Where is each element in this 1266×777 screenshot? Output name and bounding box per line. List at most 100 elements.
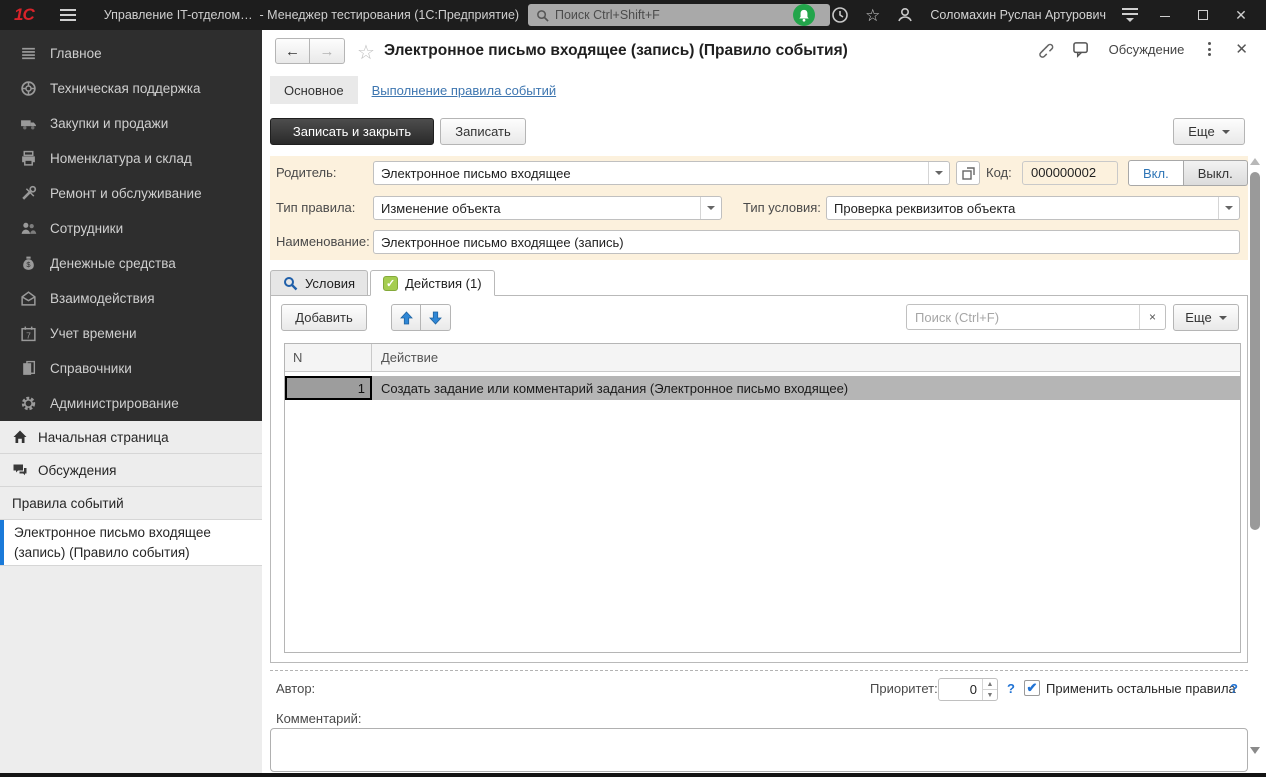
sidebar-item-label: Электронное письмо входящее (запись) (Пр… bbox=[14, 524, 211, 560]
condition-type-field[interactable]: Проверка реквизитов объекта bbox=[826, 196, 1240, 220]
priority-stepper[interactable]: 0 ▲ ▼ bbox=[938, 678, 998, 701]
arrow-down-icon bbox=[429, 311, 442, 325]
favorites-star-icon[interactable]: ☆ bbox=[865, 7, 880, 24]
parent-open-button[interactable] bbox=[956, 161, 980, 185]
priority-value[interactable]: 0 bbox=[939, 679, 982, 700]
sidebar-item-administration[interactable]: Администрирование bbox=[0, 386, 262, 421]
more-commands-button[interactable]: Еще bbox=[1173, 118, 1245, 145]
table-row[interactable]: 1 Создать задание или комментарий задани… bbox=[285, 376, 1240, 400]
add-favorite-star-icon[interactable]: ☆ bbox=[357, 40, 375, 65]
sidebar-item-home[interactable]: Начальная страница bbox=[0, 421, 262, 454]
sidebar-item-main[interactable]: Главное bbox=[0, 36, 262, 71]
money-bag-icon: $ bbox=[23, 256, 34, 270]
condition-type-dropdown-icon[interactable] bbox=[1218, 197, 1239, 219]
notifications-button[interactable] bbox=[793, 4, 816, 26]
spin-down-icon[interactable]: ▼ bbox=[983, 689, 997, 700]
actions-panel: Добавить Поиск (Ctrl+F) × Еще N Действие bbox=[270, 295, 1248, 663]
scrollbar-thumb[interactable] bbox=[1250, 172, 1260, 530]
code-label: Код: bbox=[986, 165, 1012, 180]
tab-actions[interactable]: ✓ Действия (1) bbox=[370, 270, 495, 296]
code-field: 000000002 bbox=[1022, 161, 1118, 185]
add-button[interactable]: Добавить bbox=[281, 304, 367, 331]
menu-lines-icon bbox=[22, 47, 35, 60]
save-and-close-button[interactable]: Записать и закрыть bbox=[270, 118, 434, 145]
sidebar-item-label: Сотрудники bbox=[50, 221, 124, 236]
rule-type-field[interactable]: Изменение объекта bbox=[373, 196, 722, 220]
splitter-handle[interactable] bbox=[270, 670, 1248, 671]
save-button[interactable]: Записать bbox=[440, 118, 526, 145]
form-scrollbar[interactable] bbox=[1249, 158, 1261, 754]
sidebar-item-employees[interactable]: Сотрудники bbox=[0, 211, 262, 246]
discussion-link[interactable]: Обсуждение bbox=[1109, 42, 1185, 57]
checkbox-tab-icon: ✓ bbox=[383, 275, 399, 291]
calendar-icon: 7 bbox=[21, 326, 36, 342]
open-form-icon bbox=[961, 166, 975, 180]
sidebar-item-directories[interactable]: Справочники bbox=[0, 351, 262, 386]
tools-icon bbox=[22, 185, 37, 200]
close-window-button[interactable]: ✕ bbox=[1230, 7, 1252, 24]
column-header-n[interactable]: N bbox=[285, 344, 372, 371]
spin-up-icon[interactable]: ▲ bbox=[983, 679, 997, 689]
sidebar-item-label: Справочники bbox=[50, 361, 132, 376]
service-menu-icon[interactable] bbox=[1122, 8, 1138, 22]
chevron-down-icon bbox=[1221, 129, 1230, 134]
tab-actions-label: Действия (1) bbox=[405, 275, 482, 291]
toggle-on-button[interactable]: Вкл. bbox=[1128, 160, 1184, 186]
rule-type-dropdown-icon[interactable] bbox=[700, 197, 721, 219]
window-titlebar: 1С Управление IT-отделом… - Менеджер тес… bbox=[0, 0, 1266, 30]
row-action-cell[interactable]: Создать задание или комментарий задания … bbox=[372, 376, 1240, 400]
chat-icon bbox=[13, 464, 27, 476]
command-bar: Записать и закрыть Записать Еще bbox=[262, 118, 1266, 148]
more-options-dots-icon[interactable] bbox=[1202, 40, 1217, 58]
sidebar-item-money[interactable]: $ Денежные средства bbox=[0, 246, 262, 281]
actions-more-button[interactable]: Еще bbox=[1173, 304, 1239, 331]
printer-icon bbox=[22, 150, 35, 166]
actions-search-input[interactable]: Поиск (Ctrl+F) × bbox=[906, 304, 1166, 330]
actions-toolbar: Добавить Поиск (Ctrl+F) × Еще bbox=[271, 304, 1247, 332]
scroll-down-icon[interactable] bbox=[1250, 747, 1260, 754]
parent-field[interactable]: Электронное письмо входящее bbox=[373, 161, 950, 185]
parent-dropdown-icon[interactable] bbox=[928, 162, 949, 184]
user-icon[interactable] bbox=[896, 6, 914, 24]
maximize-button[interactable] bbox=[1192, 7, 1214, 23]
sidebar: Главное Техническая поддержка Закупки и … bbox=[0, 30, 262, 777]
discussion-icon[interactable] bbox=[1072, 41, 1091, 58]
sidebar-item-label: Номенклатура и склад bbox=[50, 151, 192, 166]
tab-conditions[interactable]: Условия bbox=[270, 270, 369, 296]
history-icon[interactable] bbox=[831, 6, 849, 24]
priority-help-link[interactable]: ? bbox=[1007, 681, 1015, 696]
get-link-icon[interactable] bbox=[1035, 40, 1054, 58]
scroll-up-icon[interactable] bbox=[1250, 158, 1260, 165]
apply-rest-checkbox[interactable]: ✔ bbox=[1024, 680, 1040, 696]
move-up-button[interactable] bbox=[391, 304, 421, 331]
sidebar-item-repair-maintenance[interactable]: Ремонт и обслуживание bbox=[0, 176, 262, 211]
comment-input[interactable] bbox=[270, 728, 1248, 772]
back-button[interactable]: ← bbox=[275, 38, 310, 64]
sidebar-item-interactions[interactable]: Взаимодействия bbox=[0, 281, 262, 316]
sidebar-item-nomenclature-warehouse[interactable]: Номенклатура и склад bbox=[0, 141, 262, 176]
move-down-button[interactable] bbox=[421, 304, 451, 331]
sidebar-item-time-tracking[interactable]: 7 Учет времени bbox=[0, 316, 262, 351]
sidebar-item-discussions[interactable]: Обсуждения bbox=[0, 454, 262, 487]
forward-button[interactable]: → bbox=[310, 38, 345, 64]
sidebar-item-tech-support[interactable]: Техническая поддержка bbox=[0, 71, 262, 106]
minimize-button[interactable] bbox=[1154, 7, 1176, 23]
toggle-off-button[interactable]: Выкл. bbox=[1183, 160, 1248, 186]
tab-main[interactable]: Основное bbox=[270, 76, 358, 104]
sidebar-open-windows: Начальная страница Обсуждения Правила со… bbox=[0, 421, 262, 566]
name-value: Электронное письмо входящее (запись) bbox=[381, 234, 624, 250]
sidebar-window-active-email-rule[interactable]: Электронное письмо входящее (запись) (Пр… bbox=[0, 520, 262, 566]
global-search-input[interactable]: Поиск Ctrl+Shift+F bbox=[528, 4, 830, 26]
apply-rest-help-link[interactable]: ? bbox=[1230, 681, 1238, 696]
column-header-action[interactable]: Действие bbox=[372, 344, 1240, 371]
close-form-button[interactable]: ✕ bbox=[1235, 40, 1248, 58]
clear-search-icon[interactable]: × bbox=[1139, 305, 1165, 329]
sidebar-window-event-rules[interactable]: Правила событий bbox=[0, 487, 262, 520]
link-rule-execution[interactable]: Выполнение правила событий bbox=[372, 83, 557, 98]
name-field[interactable]: Электронное письмо входящее (запись) bbox=[373, 230, 1240, 254]
apply-rest-label[interactable]: Применить остальные правила bbox=[1046, 681, 1236, 696]
sidebar-item-label: Начальная страница bbox=[38, 429, 169, 445]
sidebar-item-purchases-sales[interactable]: Закупки и продажи bbox=[0, 106, 262, 141]
row-number-cell[interactable]: 1 bbox=[285, 376, 372, 400]
main-menu-icon[interactable] bbox=[59, 9, 76, 21]
